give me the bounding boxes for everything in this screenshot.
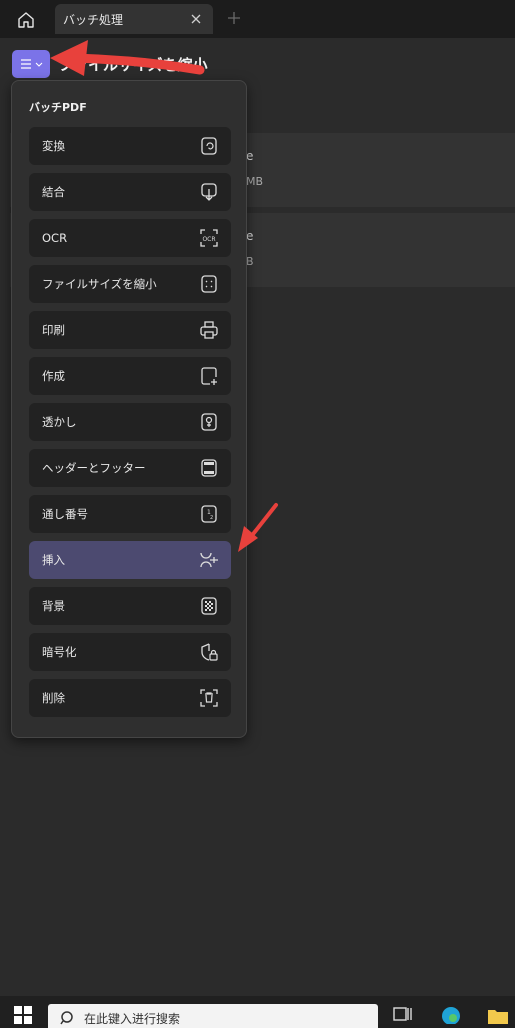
background-icon [199,596,219,616]
tab-batch-processing[interactable]: バッチ処理 [55,4,213,34]
compress-icon [199,274,219,294]
print-icon [199,320,219,340]
file-name: e [246,149,254,163]
insert-icon [199,550,219,570]
menu-item-numbering[interactable]: 通し番号 12 [29,495,231,533]
header: ファイルサイズを縮小 [10,48,505,78]
menu-item-header-footer[interactable]: ヘッダーとフッター [29,449,231,487]
taskbar: 在此键入进行搜索 [0,996,515,1028]
menu-heading: バッチPDF [29,101,87,114]
menu-item-combine[interactable]: 結合 [29,173,231,211]
file-size: B [246,255,254,268]
watermark-icon [199,412,219,432]
menu-item-insert[interactable]: 挿入 [29,541,231,579]
tab-bar: バッチ処理 [0,0,515,38]
menu-item-label: 作成 [42,369,65,383]
menu-item-encrypt[interactable]: 暗号化 [29,633,231,671]
file-name: e [246,229,254,243]
menu-item-label: 背景 [42,599,65,613]
menu-item-watermark[interactable]: 透かし [29,403,231,441]
new-tab-button[interactable] [224,8,244,28]
menu-item-convert[interactable]: 変換 [29,127,231,165]
file-size: MB [246,175,264,188]
page-title: ファイルサイズを縮小 [58,56,208,74]
menu-item-label: ヘッダーとフッター [42,461,146,475]
hamburger-icon [20,59,31,69]
menu-item-label: 削除 [42,691,65,705]
file-explorer-icon[interactable] [487,1004,509,1024]
search-placeholder: 在此键入进行搜索 [84,1012,181,1026]
svg-text:OCR: OCR [202,236,215,243]
header-footer-icon [199,458,219,478]
home-icon [18,12,34,28]
ocr-icon: OCR [199,228,219,248]
convert-icon [199,136,219,156]
menu-item-label: OCR [42,231,68,245]
menu-item-label: 挿入 [42,553,65,567]
batch-pdf-menu: バッチPDF 変換 結合 OCR OCR ファイルサイズを縮小 印刷 作成 透か… [11,80,247,738]
plus-icon [228,12,240,24]
tab-label: バッチ処理 [63,12,124,27]
menu-item-label: 変換 [42,139,65,153]
menu-item-label: 透かし [42,415,77,429]
home-button[interactable] [13,8,39,32]
menu-item-label: 通し番号 [42,507,88,521]
menu-item-label: 結合 [42,185,65,199]
menu-item-print[interactable]: 印刷 [29,311,231,349]
combine-icon [199,182,219,202]
delete-icon [199,688,219,708]
windows-start-icon[interactable] [14,1006,32,1024]
menu-item-label: ファイルサイズを縮小 [42,277,157,291]
close-icon[interactable] [189,12,203,26]
task-view-icon[interactable] [392,1004,414,1024]
menu-item-compress[interactable]: ファイルサイズを縮小 [29,265,231,303]
chevron-down-icon [35,62,42,67]
menu-item-label: 印刷 [42,323,65,337]
menu-item-background[interactable]: 背景 [29,587,231,625]
menu-item-create[interactable]: 作成 [29,357,231,395]
menu-item-ocr[interactable]: OCR OCR [29,219,231,257]
menu-toggle-button[interactable] [12,50,50,78]
menu-item-label: 暗号化 [42,645,77,659]
menu-item-delete[interactable]: 削除 [29,679,231,717]
encrypt-icon [199,642,219,662]
create-icon [199,366,219,386]
numbering-icon: 12 [199,504,219,524]
taskbar-search[interactable]: 在此键入进行搜索 [48,1004,378,1028]
edge-browser-icon[interactable] [440,1004,462,1024]
svg-text:2: 2 [210,515,213,521]
